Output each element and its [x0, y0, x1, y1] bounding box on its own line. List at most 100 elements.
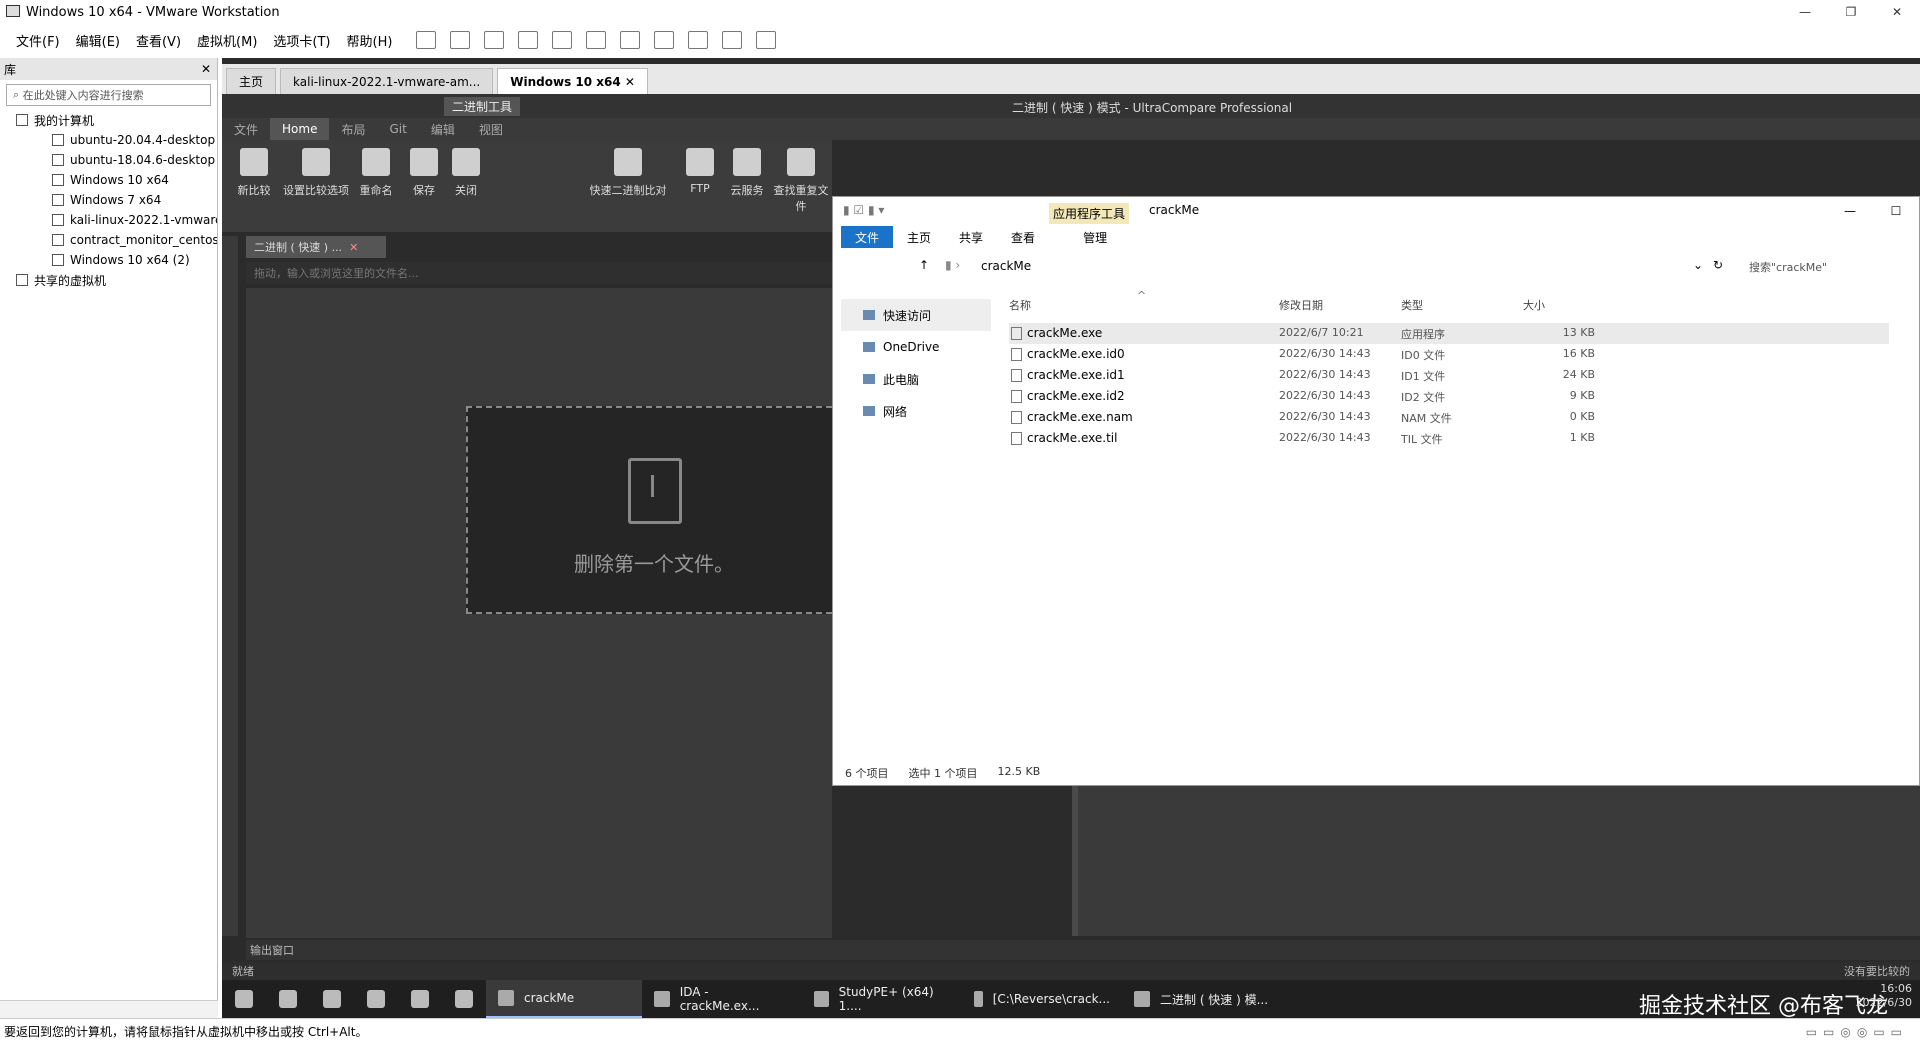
- tree-shared-vms[interactable]: 共享的虚拟机: [16, 270, 217, 290]
- explorer-tab-file[interactable]: 文件: [841, 226, 894, 248]
- doc-tab-close-icon[interactable]: ✕: [349, 241, 358, 254]
- nav-quick-access[interactable]: 快速访问: [841, 299, 991, 331]
- tab-home[interactable]: 主页: [226, 68, 277, 94]
- uc-tab-edit[interactable]: 编辑: [419, 121, 467, 138]
- uc-tab-view[interactable]: 视图: [467, 121, 515, 138]
- nav-this-pc[interactable]: 此电脑: [841, 363, 991, 395]
- menu-vm[interactable]: 虚拟机(M): [197, 31, 257, 50]
- tab-kali[interactable]: kali-linux-2022.1-vmware-am...: [280, 68, 494, 94]
- taskbar-item-studype[interactable]: StudyPE+ (x64) 1....: [802, 980, 962, 1018]
- taskbar-pin-2[interactable]: [310, 980, 354, 1018]
- address-path[interactable]: crackMe: [981, 259, 1031, 273]
- uc-document-tab[interactable]: 二进制 ( 快速 ) ... ✕: [246, 236, 386, 258]
- uc-tab-home[interactable]: Home: [270, 118, 330, 140]
- tree-vm-ubuntu-18[interactable]: ubuntu-18.04.6-desktop: [16, 150, 217, 170]
- pause-icon[interactable]: [416, 31, 437, 49]
- col-type[interactable]: 类型: [1401, 297, 1423, 313]
- taskbar-item-crackme[interactable]: crackMe: [486, 980, 642, 1018]
- uc-tab-git[interactable]: Git: [377, 122, 418, 136]
- thumbnail-view-icon[interactable]: [620, 31, 641, 49]
- uc-tab-layout[interactable]: 布局: [329, 121, 377, 138]
- tab-close-icon[interactable]: ✕: [625, 75, 635, 89]
- file-row[interactable]: crackMe.exe 2022/6/7 10:21 应用程序 13 KB: [1009, 323, 1889, 344]
- up-arrow-icon[interactable]: ↑: [919, 258, 929, 272]
- app-tools-tab[interactable]: 应用程序工具: [1049, 203, 1130, 224]
- uc-file-path-input[interactable]: 拖动，输入或浏览这里的文件名...: [246, 262, 832, 284]
- ftp-button[interactable]: FTP: [680, 148, 720, 195]
- col-size[interactable]: 大小: [1523, 297, 1545, 313]
- tree-vm-win10[interactable]: Windows 10 x64: [16, 170, 217, 190]
- tree-vm-win10-2[interactable]: Windows 10 x64 (2): [16, 250, 217, 270]
- snapshot-icon[interactable]: [484, 31, 505, 49]
- output-window-tab[interactable]: 输出窗口: [246, 940, 1920, 960]
- tab-win10[interactable]: Windows 10 x64 ✕: [497, 68, 648, 94]
- tree-vm-ubuntu-20[interactable]: ubuntu-20.04.4-desktop: [16, 130, 217, 150]
- taskbar-clock[interactable]: 16:06 2022/6/30: [1856, 982, 1912, 1010]
- nav-onedrive[interactable]: OneDrive: [841, 331, 991, 363]
- explorer-search-input[interactable]: 搜索"crackMe": [1749, 259, 1827, 275]
- file-row[interactable]: crackMe.exe.id2 2022/6/30 14:43 ID2 文件 9…: [1009, 386, 1889, 407]
- cloud-icon: [733, 148, 761, 176]
- console-icon[interactable]: [722, 31, 743, 49]
- explorer-maximize-button[interactable]: ☐: [1873, 197, 1919, 225]
- device-status-icons[interactable]: ▭▭◎◎▭▭: [1806, 1025, 1908, 1039]
- quick-binary-compare-button[interactable]: 快速二进制比对: [584, 148, 672, 198]
- tree-vm-centos[interactable]: contract_monitor_centos: [16, 230, 217, 250]
- cloud-services-button[interactable]: 云服务: [724, 148, 770, 198]
- revert-snapshot-icon[interactable]: [518, 31, 539, 49]
- file-row[interactable]: crackMe.exe.id0 2022/6/30 14:43 ID0 文件 1…: [1009, 344, 1889, 365]
- taskbar-item-reverse-path[interactable]: [C:\Reverse\crack...: [962, 980, 1122, 1018]
- menu-edit[interactable]: 编辑(E): [76, 31, 120, 50]
- taskbar-pin-4[interactable]: [398, 980, 442, 1018]
- compare-options-button[interactable]: 设置比较选项: [282, 148, 350, 198]
- explorer-tab-share[interactable]: 共享: [945, 229, 997, 246]
- file-row[interactable]: crackMe.exe.id1 2022/6/30 14:43 ID1 文件 2…: [1009, 365, 1889, 386]
- uc-context-tab[interactable]: 二进制工具: [444, 97, 521, 116]
- minimize-button[interactable]: —: [1782, 0, 1828, 24]
- snapshot-manager-icon[interactable]: [552, 31, 573, 49]
- uc-tab-file[interactable]: 文件: [222, 121, 270, 138]
- close-button[interactable]: ✕: [1874, 0, 1920, 24]
- tree-vm-kali[interactable]: kali-linux-2022.1-vmware: [16, 210, 217, 230]
- library-search-input[interactable]: ⌕ 在此处键入内容进行搜索: [6, 84, 211, 106]
- refresh-icon[interactable]: ↻: [1713, 258, 1723, 272]
- taskbar-pin-3[interactable]: [354, 980, 398, 1018]
- find-duplicates-button[interactable]: 查找重复文件: [770, 148, 832, 214]
- close-doc-button[interactable]: 关闭: [440, 148, 492, 198]
- unity-icon[interactable]: [688, 31, 709, 49]
- new-compare-button[interactable]: 新比较: [228, 148, 280, 198]
- taskbar-pin-1[interactable]: [266, 980, 310, 1018]
- explorer-tab-home[interactable]: 主页: [893, 229, 945, 246]
- menu-tabs[interactable]: 选项卡(T): [273, 31, 330, 50]
- library-view-icon[interactable]: [586, 31, 607, 49]
- send-keys-icon[interactable]: [450, 31, 471, 49]
- taskbar-item-ida[interactable]: IDA - crackMe.ex...: [642, 980, 802, 1018]
- tree-vm-win7[interactable]: Windows 7 x64: [16, 190, 217, 210]
- tree-my-computer[interactable]: 我的计算机: [16, 110, 217, 130]
- menu-help[interactable]: 帮助(H): [347, 31, 393, 50]
- nav-network[interactable]: 网络: [841, 395, 991, 427]
- quick-access-toolbar-icon[interactable]: ▮ ☑ ▮ ▾: [843, 203, 884, 217]
- library-close-icon[interactable]: ✕: [201, 62, 211, 76]
- maximize-button[interactable]: ❐: [1828, 0, 1874, 24]
- menu-view[interactable]: 查看(V): [136, 31, 181, 50]
- stretch-icon[interactable]: [756, 31, 777, 49]
- file-drop-zone[interactable]: 删除第一个文件。: [466, 406, 832, 614]
- explorer-tab-view[interactable]: 查看: [997, 229, 1049, 246]
- file-row[interactable]: crackMe.exe.nam 2022/6/30 14:43 NAM 文件 0…: [1009, 407, 1889, 428]
- taskbar-pin-5[interactable]: [442, 980, 486, 1018]
- menu-file[interactable]: 文件(F): [16, 31, 60, 50]
- col-date[interactable]: 修改日期: [1279, 297, 1323, 313]
- start-button[interactable]: [222, 980, 266, 1018]
- col-name[interactable]: 名称: [1009, 297, 1031, 313]
- fullscreen-icon[interactable]: [654, 31, 675, 49]
- address-dropdown-icon[interactable]: ⌄: [1693, 258, 1703, 272]
- file-row[interactable]: crackMe.exe.til 2022/6/30 14:43 TIL 文件 1…: [1009, 428, 1889, 449]
- uc-side-strip[interactable]: [222, 236, 238, 936]
- taskbar-item-ultracompare[interactable]: 二进制 ( 快速 ) 模...: [1122, 980, 1282, 1018]
- explorer-tab-manage[interactable]: 管理: [1069, 229, 1121, 246]
- library-horizontal-scrollbar[interactable]: [0, 1000, 218, 1018]
- explorer-minimize-button[interactable]: —: [1827, 197, 1873, 225]
- uc-right-pane[interactable]: [1072, 786, 1920, 936]
- rename-button[interactable]: 重命名: [350, 148, 402, 198]
